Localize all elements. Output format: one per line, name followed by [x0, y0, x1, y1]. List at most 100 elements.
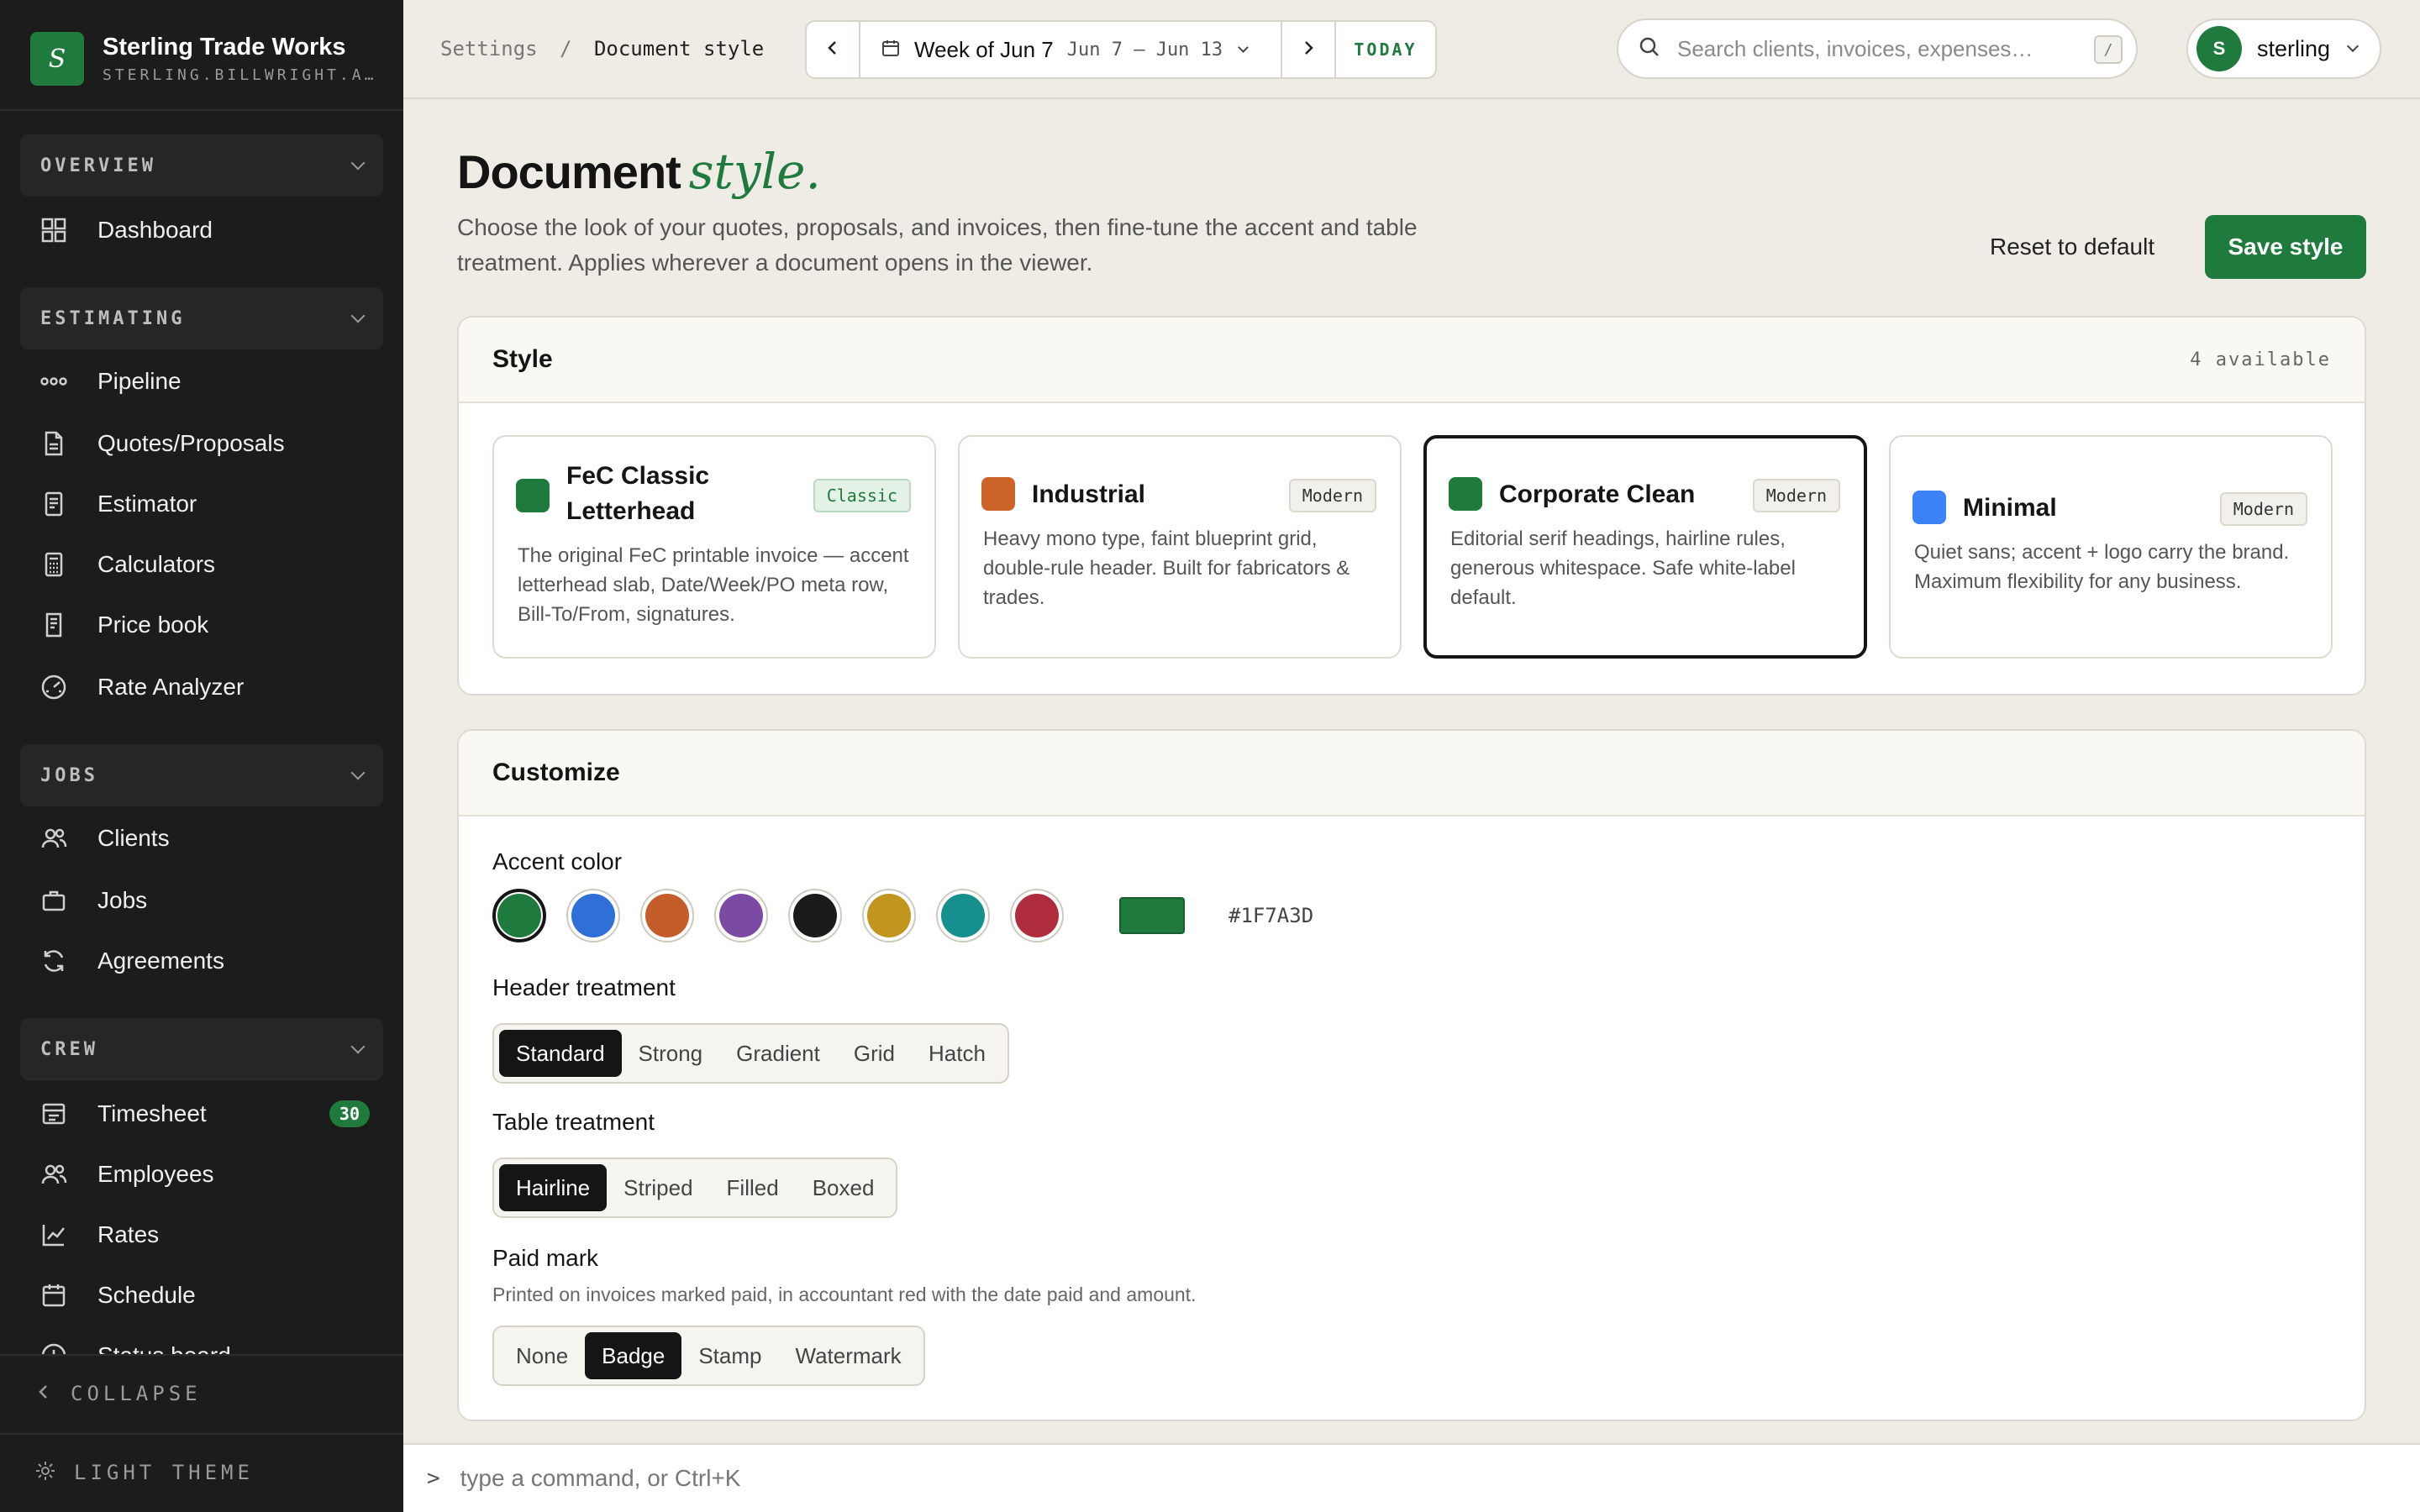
style-description: Quiet sans; accent + logo carry the bran…: [1914, 541, 2290, 593]
reset-to-default-button[interactable]: Reset to default: [1970, 215, 2175, 279]
chevron-down-icon: [1238, 41, 1249, 53]
section-overview[interactable]: OVERVIEW: [20, 134, 383, 197]
header-option-standard[interactable]: Standard: [499, 1030, 622, 1077]
section-crew[interactable]: CREW: [20, 1018, 383, 1080]
header-option-grid[interactable]: Grid: [837, 1030, 912, 1077]
sidebar-item-clients[interactable]: Clients: [40, 820, 370, 857]
next-week-button[interactable]: [1281, 22, 1334, 77]
accent-swatch-red[interactable]: [1010, 889, 1064, 942]
collapse-label: COLLAPSE: [71, 1382, 202, 1405]
sidebar-item-quotes[interactable]: Quotes/Proposals: [40, 425, 370, 462]
style-card-fec-classic[interactable]: FeC Classic Letterhead Classic The origi…: [492, 435, 936, 659]
style-panel: Style 4 available FeC Classic Letterhead…: [457, 316, 2366, 696]
sidebar-item-dashboard[interactable]: Dashboard: [40, 212, 370, 249]
style-swatch: [1912, 491, 1946, 524]
sidebar-item-label: Clients: [97, 825, 170, 851]
paid-option-none[interactable]: None: [499, 1332, 585, 1379]
users-icon: [40, 1161, 67, 1188]
header-option-gradient[interactable]: Gradient: [719, 1030, 837, 1077]
section-jobs[interactable]: JOBS: [20, 744, 383, 806]
table-option-striped[interactable]: Striped: [607, 1164, 709, 1211]
chevron-right-icon: [1301, 40, 1316, 60]
page-title-accent: style.: [688, 143, 821, 200]
week-label: Week of Jun 7: [914, 36, 1054, 62]
style-name: Corporate Clean: [1499, 480, 1696, 508]
breadcrumb-root[interactable]: Settings: [440, 37, 538, 60]
breadcrumb-separator: /: [560, 37, 572, 60]
accent-swatch-purple[interactable]: [714, 889, 768, 942]
paid-option-stamp[interactable]: Stamp: [681, 1332, 778, 1379]
brand[interactable]: S Sterling Trade Works STERLING.BILLWRIG…: [30, 32, 376, 86]
command-bar: >: [403, 1443, 2420, 1512]
paid-mark-description: Printed on invoices marked paid, in acco…: [492, 1284, 1197, 1305]
header-treatment-label: Header treatment: [492, 974, 676, 1000]
theme-toggle[interactable]: LIGHT THEME: [0, 1433, 403, 1510]
style-card-industrial[interactable]: Industrial Modern Heavy mono type, faint…: [958, 435, 1402, 659]
accent-swatch-black[interactable]: [788, 889, 842, 942]
sidebar-item-rate-analyzer[interactable]: Rate Analyzer: [40, 669, 370, 706]
grid-icon: [40, 217, 67, 244]
sidebar-item-label: Calculators: [97, 551, 216, 577]
command-input[interactable]: [460, 1465, 1973, 1492]
sidebar-item-label: Employees: [97, 1161, 214, 1187]
section-title: ESTIMATING: [40, 307, 186, 329]
section-title: OVERVIEW: [40, 155, 156, 176]
sidebar-item-label: Price book: [97, 612, 209, 638]
paid-option-badge[interactable]: Badge: [585, 1332, 682, 1379]
style-swatch: [1449, 477, 1482, 511]
chevron-left-icon: [825, 40, 840, 60]
table-option-boxed[interactable]: Boxed: [796, 1164, 892, 1211]
sidebar-item-schedule[interactable]: Schedule: [40, 1277, 370, 1314]
sidebar-item-calculators[interactable]: Calculators: [40, 546, 370, 583]
sidebar-item-price-book[interactable]: Price book: [40, 606, 370, 643]
sidebar-item-agreements[interactable]: Agreements: [40, 942, 370, 979]
style-tag: Modern: [1288, 479, 1376, 512]
custom-color-input[interactable]: [1119, 897, 1185, 934]
header-option-hatch[interactable]: Hatch: [912, 1030, 1002, 1077]
collapse-button[interactable]: COLLAPSE: [0, 1354, 403, 1431]
today-button[interactable]: TODAY: [1334, 22, 1435, 77]
accent-swatch-green[interactable]: [492, 889, 546, 942]
book-icon: [40, 612, 67, 638]
sidebar-item-label: Agreements: [97, 948, 224, 974]
style-card-corporate-clean[interactable]: Corporate Clean Modern Editorial serif h…: [1423, 435, 1867, 659]
user-menu-button[interactable]: S sterling: [2186, 18, 2381, 79]
sidebar-item-label: Rates: [97, 1221, 160, 1247]
accent-swatch-blue[interactable]: [566, 889, 620, 942]
command-prompt: >: [427, 1466, 440, 1491]
accent-swatch-gold[interactable]: [862, 889, 916, 942]
paid-option-watermark[interactable]: Watermark: [779, 1332, 918, 1379]
page-description: Choose the look of your quotes, proposal…: [457, 214, 1418, 276]
chevron-down-icon: [350, 155, 366, 171]
accent-swatch-teal[interactable]: [936, 889, 990, 942]
table-treatment-label: Table treatment: [492, 1109, 655, 1135]
style-swatch: [981, 477, 1015, 511]
chevron-left-icon: [35, 1383, 52, 1404]
save-style-button[interactable]: Save style: [2205, 215, 2366, 279]
table-treatment-control: Hairline Striped Filled Boxed: [492, 1158, 898, 1218]
table-option-hairline[interactable]: Hairline: [499, 1164, 608, 1211]
table-option-filled[interactable]: Filled: [710, 1164, 796, 1211]
sidebar-item-jobs[interactable]: Jobs: [40, 882, 370, 919]
sidebar-item-timesheet[interactable]: Timesheet 30: [40, 1095, 370, 1132]
style-description: The original FeC printable invoice — acc…: [518, 544, 909, 626]
sidebar-item-label: Timesheet: [97, 1100, 207, 1126]
accent-swatch-orange[interactable]: [640, 889, 694, 942]
sidebar-item-rates[interactable]: Rates: [40, 1216, 370, 1253]
week-select[interactable]: Week of Jun 7 Jun 7 – Jun 13: [860, 37, 1281, 63]
sun-icon: [35, 1461, 55, 1485]
style-card-minimal[interactable]: Minimal Modern Quiet sans; accent + logo…: [1889, 435, 2333, 659]
section-title: CREW: [40, 1038, 98, 1060]
section-estimating[interactable]: ESTIMATING: [20, 287, 383, 349]
sidebar-item-pipeline[interactable]: Pipeline: [40, 363, 370, 400]
sidebar-item-employees[interactable]: Employees: [40, 1156, 370, 1193]
style-name: FeC Classic Letterhead: [566, 462, 710, 525]
header-option-strong[interactable]: Strong: [622, 1030, 720, 1077]
sidebar-item-label: Estimator: [97, 491, 197, 517]
prev-week-button[interactable]: [807, 22, 860, 77]
document-lines-icon: [40, 491, 67, 517]
calculator-icon: [40, 551, 67, 578]
search-input[interactable]: [1677, 35, 2047, 62]
sidebar-item-estimator[interactable]: Estimator: [40, 486, 370, 522]
count-badge: 30: [329, 1100, 370, 1127]
